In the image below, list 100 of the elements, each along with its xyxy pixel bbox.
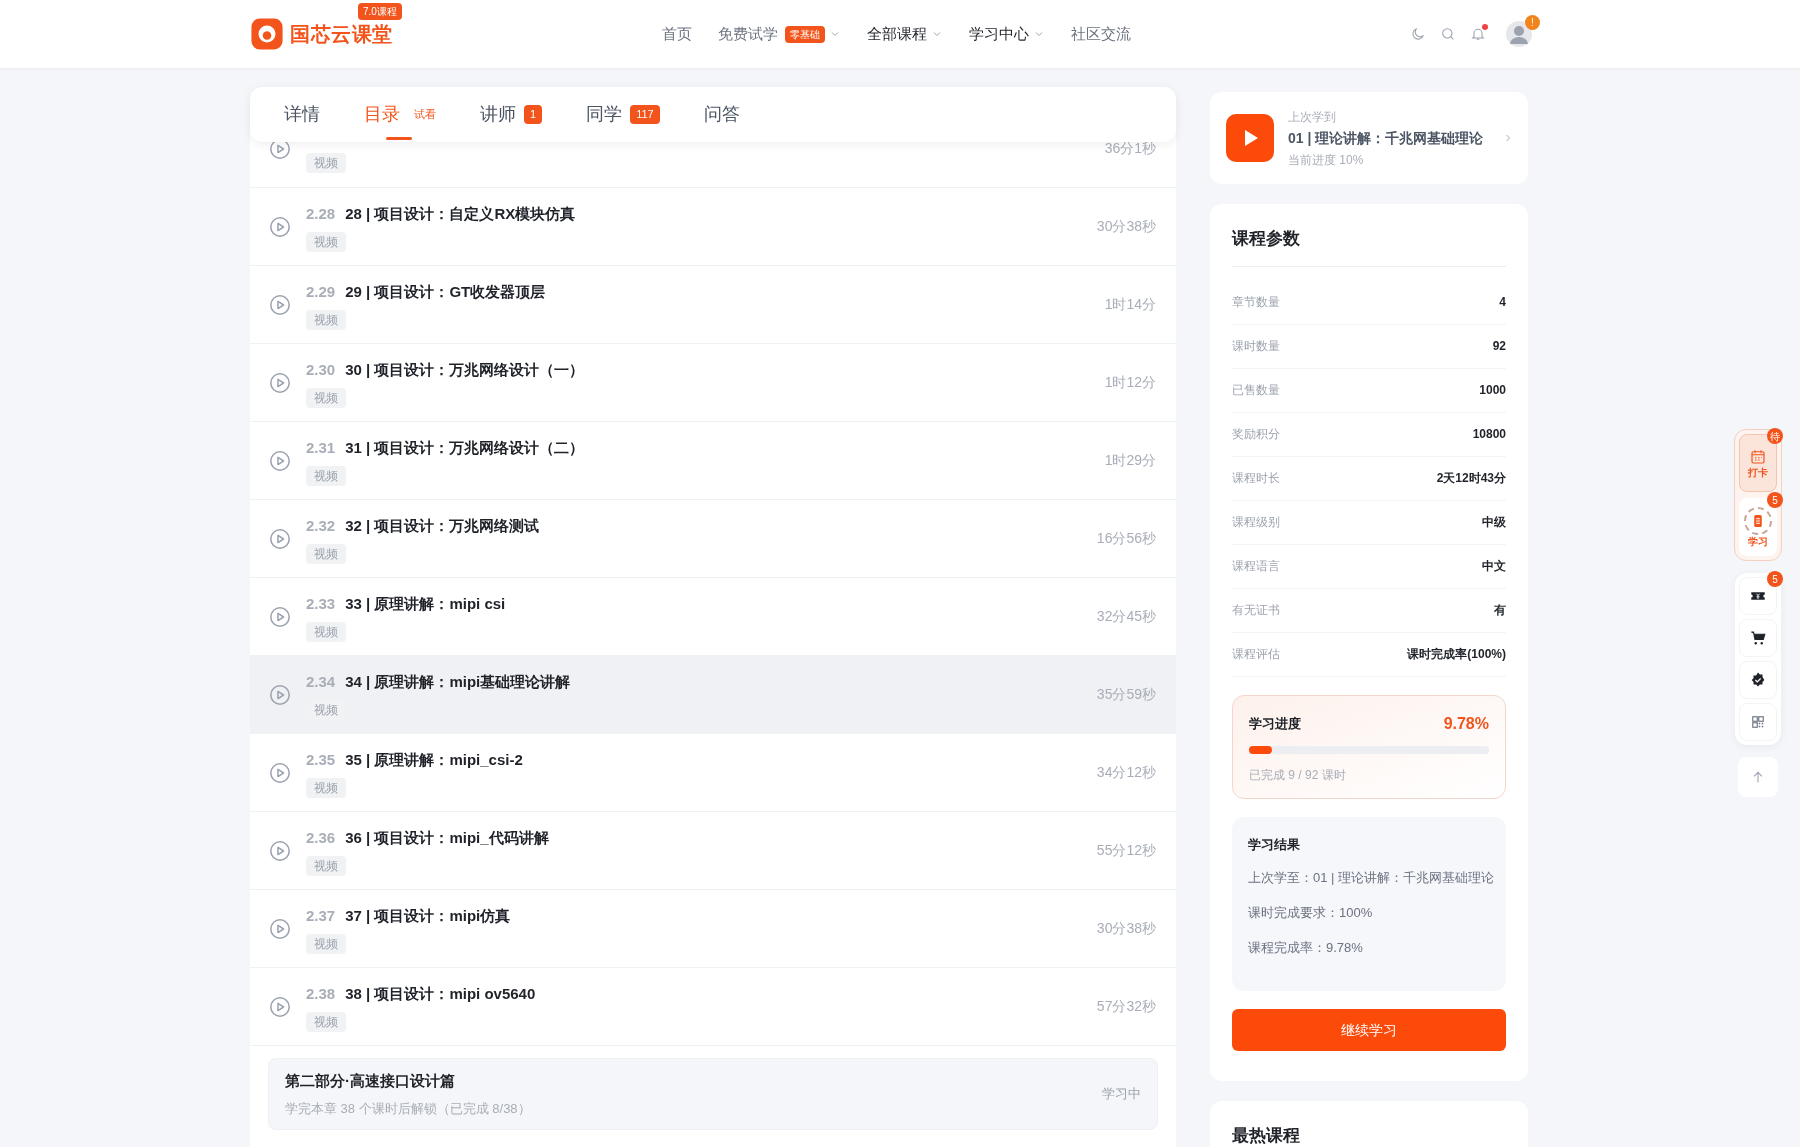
count-badge: 5 [1767,571,1783,587]
lesson-title[interactable]: 32 | 项目设计：万兆网络测试 [345,515,540,538]
lesson-title[interactable]: 33 | 原理讲解：mipi csi [345,593,506,616]
lesson-number: 2.33 [306,594,336,615]
param-value: 课时完成率(100%) [1407,646,1506,663]
lesson-number: 2.31 [306,438,336,459]
play-icon[interactable] [270,606,290,627]
lesson-title: 01 | 理论讲解：千兆网基础理论 [1288,128,1484,148]
result-line: 课时完成要求：100% [1248,904,1374,922]
last-learned-card[interactable]: 上次学到 01 | 理论讲解：千兆网基础理论 当前进度 10% [1210,92,1528,184]
tab-note: 试看 [414,107,436,123]
param-value: 有 [1494,602,1506,619]
param-value: 10800 [1472,426,1506,443]
param-label: 已售数量 [1232,382,1280,399]
play-icon[interactable] [270,216,290,237]
tab[interactable]: 目录 试看 [364,87,436,142]
bell-icon[interactable] [1470,26,1486,42]
param-label: 课程语言 [1232,558,1280,575]
lesson-row[interactable]: 2.34 34 | 原理讲解：mipi基础理论讲解 视频 35分59秒 [250,656,1176,734]
param-value: 1000 [1479,382,1506,399]
type-tag: 视频 [306,309,346,330]
cart-icon [1749,629,1767,647]
nav-link[interactable]: 社区交流 [1071,22,1131,46]
type-tag: 视频 [306,231,346,252]
type-tag: 视频 [306,933,346,954]
nav-link[interactable]: 学习中心 [969,22,1045,46]
chapter-status: 学习中 [1102,1085,1141,1104]
duration: 32分45秒 [1096,607,1156,626]
search-icon[interactable] [1440,26,1456,42]
side-tool-button[interactable] [1739,619,1777,657]
nav-badge: 零基础 [785,25,825,43]
count-badge: 待 [1767,428,1783,444]
param-label: 有无证书 [1232,602,1280,619]
type-tag: 视频 [306,543,346,564]
avatar[interactable] [1506,21,1532,47]
type-tag: 视频 [306,1011,346,1032]
avatar-badge: ! [1525,15,1540,30]
side-tool-button[interactable] [1739,577,1777,615]
tab[interactable]: 讲师 1 [480,87,543,142]
card-title: 学习结果 [1248,835,1301,854]
lesson-number: 2.35 [306,750,336,771]
lesson-title[interactable]: 30 | 项目设计：万兆网络设计（一） [345,359,585,382]
calendar-icon [1749,448,1767,466]
play-icon[interactable] [270,684,290,705]
play-icon[interactable] [270,294,290,315]
chapter-title: 第二部分·高速接口设计篇 [285,1071,456,1091]
nav-link[interactable]: 全部课程 [867,22,943,46]
nav-link[interactable]: 首页 [662,22,692,46]
param-value: 92 [1492,338,1506,355]
play-icon[interactable] [1226,114,1274,162]
param-label: 章节数量 [1232,294,1280,311]
param-label: 课程评估 [1232,646,1280,663]
duration: 30分38秒 [1096,919,1156,938]
tab[interactable]: 详情 [284,87,320,142]
param-label: 课程时长 [1232,470,1280,487]
duration: 16分56秒 [1096,529,1156,548]
lesson-title[interactable]: 34 | 原理讲解：mipi基础理论讲解 [345,671,571,694]
lesson-title[interactable]: 28 | 项目设计：自定义RX模块仿真 [345,203,576,226]
play-icon[interactable] [270,372,290,393]
lesson-title[interactable]: 36 | 项目设计：mipi_代码讲解 [345,827,549,850]
lesson-number: 2.34 [306,672,336,693]
caption: 已完成 9 / 92 课时 [1249,766,1347,784]
lesson-title[interactable]: 35 | 原理讲解：mipi_csi-2 [345,749,523,772]
type-tag: 视频 [306,855,346,876]
play-icon[interactable] [270,528,290,549]
card-title: 课程参数 [1232,226,1506,267]
nav-link[interactable]: 免费试学 零基础 [718,22,841,46]
duration: 34分12秒 [1096,763,1156,782]
count-badge: 1 [524,105,543,124]
duration: 36分1秒 [1104,139,1156,158]
duration: 35分59秒 [1096,685,1156,704]
duration: 1时12分 [1104,373,1156,392]
qr-code-icon [1749,713,1767,731]
lesson-title[interactable]: 29 | 项目设计：GT收发器顶层 [345,281,546,304]
percent-value: 9.78% [1443,713,1489,734]
lesson-number: 2.32 [306,516,336,537]
lesson-number: 2.29 [306,282,336,303]
play-icon[interactable] [270,450,290,471]
chapter-note: 学完本章 38 个课时后解锁（已完成 8/38） [285,1099,531,1118]
side-tool-button[interactable] [1739,661,1777,699]
play-icon[interactable] [270,996,290,1017]
param-value: 中级 [1482,514,1506,531]
tab[interactable]: 问答 [703,87,740,142]
lesson-number: 2.28 [306,204,336,225]
result-line: 课程完成率：9.78% [1248,939,1364,957]
type-tag: 视频 [306,387,346,408]
moon-icon[interactable] [1410,26,1426,42]
lesson-title[interactable]: 37 | 项目设计：mipi仿真 [345,905,511,928]
lesson-title[interactable]: 31 | 项目设计：万兆网络设计（二） [345,437,585,460]
play-icon[interactable] [270,918,290,939]
duration: 1时29分 [1104,451,1156,470]
count-badge: 117 [630,105,660,124]
param-label: 课程级别 [1232,514,1280,531]
play-icon[interactable] [270,840,290,861]
duration: 30分38秒 [1096,217,1156,236]
lesson-title[interactable]: 38 | 项目设计：mipi ov5640 [345,983,536,1006]
version-badge: 7.0课程 [358,3,402,20]
tab[interactable]: 同学 117 [586,87,660,142]
lesson-number: 2.36 [306,828,336,849]
play-icon[interactable] [270,762,290,783]
